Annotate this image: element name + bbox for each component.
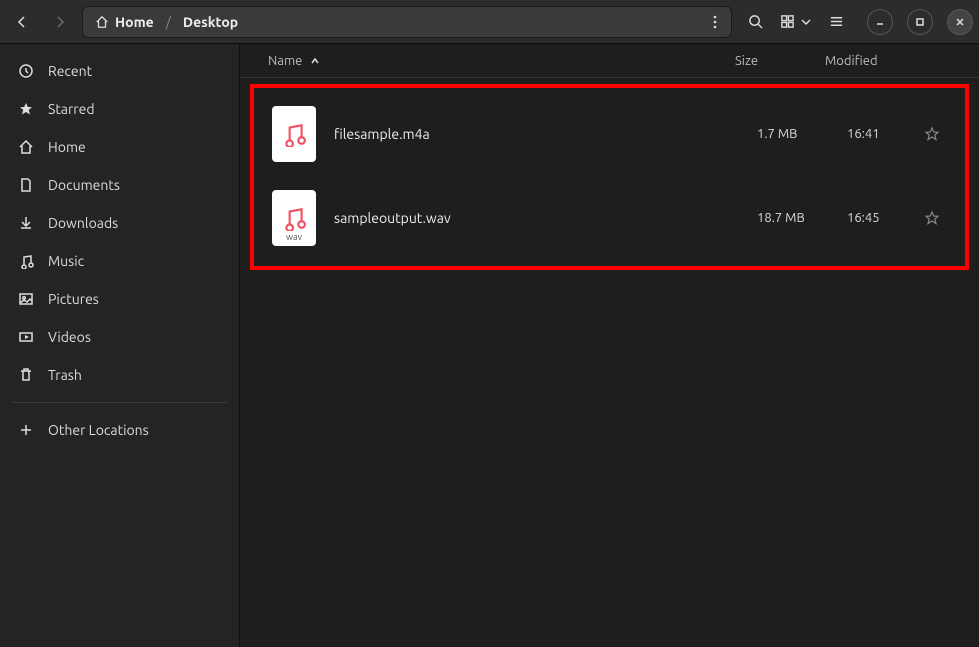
breadcrumb-current-label: Desktop bbox=[183, 14, 238, 30]
audio-file-icon bbox=[272, 190, 316, 246]
sidebar-item-other-locations[interactable]: Other Locations bbox=[0, 411, 239, 449]
trash-icon bbox=[18, 367, 34, 383]
file-modified: 16:41 bbox=[847, 127, 917, 141]
file-size: 18.7 MB bbox=[757, 211, 847, 225]
home-icon bbox=[18, 139, 34, 155]
breadcrumb-home-label: Home bbox=[115, 14, 154, 30]
sidebar-item-label: Home bbox=[48, 139, 86, 155]
sidebar-item-trash[interactable]: Trash bbox=[0, 356, 239, 394]
path-menu-button[interactable] bbox=[701, 8, 729, 36]
highlight-annotation-box: filesample.m4a 1.7 MB 16:41 sampleoutput… bbox=[250, 84, 969, 270]
sidebar-item-videos[interactable]: Videos bbox=[0, 318, 239, 356]
window-minimize-button[interactable] bbox=[867, 9, 893, 35]
sidebar-item-home[interactable]: Home bbox=[0, 128, 239, 166]
breadcrumb-separator: / bbox=[164, 14, 173, 30]
sidebar-item-pictures[interactable]: Pictures bbox=[0, 280, 239, 318]
grid-view-icon bbox=[780, 14, 795, 29]
breadcrumb-home[interactable]: Home bbox=[85, 8, 164, 36]
star-toggle[interactable] bbox=[917, 210, 947, 226]
column-header-name-label: Name bbox=[268, 54, 302, 68]
sidebar-item-downloads[interactable]: Downloads bbox=[0, 204, 239, 242]
forward-button[interactable] bbox=[44, 6, 76, 38]
sidebar-item-label: Downloads bbox=[48, 215, 118, 231]
back-button[interactable] bbox=[6, 6, 38, 38]
sidebar-item-starred[interactable]: Starred bbox=[0, 90, 239, 128]
file-row[interactable]: filesample.m4a 1.7 MB 16:41 bbox=[258, 92, 961, 176]
home-icon bbox=[95, 15, 109, 29]
file-manager-window: Home / Desktop bbox=[0, 0, 979, 647]
column-header-modified[interactable]: Modified bbox=[825, 54, 925, 68]
file-name: filesample.m4a bbox=[334, 126, 757, 142]
chevron-down-icon bbox=[801, 17, 811, 27]
star-icon bbox=[18, 101, 34, 117]
column-headers: Name Size Modified bbox=[240, 44, 979, 78]
file-size: 1.7 MB bbox=[757, 127, 847, 141]
sidebar-item-music[interactable]: Music bbox=[0, 242, 239, 280]
sort-ascending-icon bbox=[310, 56, 320, 66]
path-bar[interactable]: Home / Desktop bbox=[82, 6, 732, 38]
sidebar-item-label: Videos bbox=[48, 329, 91, 345]
file-modified: 16:45 bbox=[847, 211, 917, 225]
file-name: sampleoutput.wav bbox=[334, 210, 757, 226]
video-icon bbox=[18, 329, 34, 345]
download-icon bbox=[18, 215, 34, 231]
music-icon bbox=[18, 253, 34, 269]
sidebar-item-recent[interactable]: Recent bbox=[0, 52, 239, 90]
picture-icon bbox=[18, 291, 34, 307]
sidebar-item-label: Music bbox=[48, 253, 84, 269]
view-switcher[interactable] bbox=[778, 6, 813, 38]
window-maximize-button[interactable] bbox=[907, 9, 933, 35]
hamburger-menu-button[interactable] bbox=[819, 6, 853, 38]
titlebar: Home / Desktop bbox=[0, 0, 979, 44]
plus-icon bbox=[18, 422, 34, 438]
sidebar: Recent Starred Home Documents Downloads … bbox=[0, 44, 240, 647]
document-icon bbox=[18, 177, 34, 193]
sidebar-item-label: Pictures bbox=[48, 291, 99, 307]
sidebar-item-label: Recent bbox=[48, 63, 92, 79]
file-row[interactable]: sampleoutput.wav 18.7 MB 16:45 bbox=[258, 176, 961, 260]
clock-icon bbox=[18, 63, 34, 79]
file-list-pane: Name Size Modified filesample.m4a 1.7 MB… bbox=[240, 44, 979, 647]
search-button[interactable] bbox=[738, 6, 772, 38]
star-toggle[interactable] bbox=[917, 126, 947, 142]
sidebar-item-label: Other Locations bbox=[48, 422, 149, 438]
sidebar-item-label: Documents bbox=[48, 177, 120, 193]
sidebar-item-label: Starred bbox=[48, 101, 95, 117]
sidebar-item-documents[interactable]: Documents bbox=[0, 166, 239, 204]
audio-file-icon bbox=[272, 106, 316, 162]
sidebar-item-label: Trash bbox=[48, 367, 82, 383]
column-header-size[interactable]: Size bbox=[735, 54, 825, 68]
breadcrumb-current[interactable]: Desktop bbox=[173, 8, 248, 36]
sidebar-separator bbox=[12, 402, 227, 403]
column-header-name[interactable]: Name bbox=[268, 54, 735, 68]
window-close-button[interactable] bbox=[947, 9, 973, 35]
